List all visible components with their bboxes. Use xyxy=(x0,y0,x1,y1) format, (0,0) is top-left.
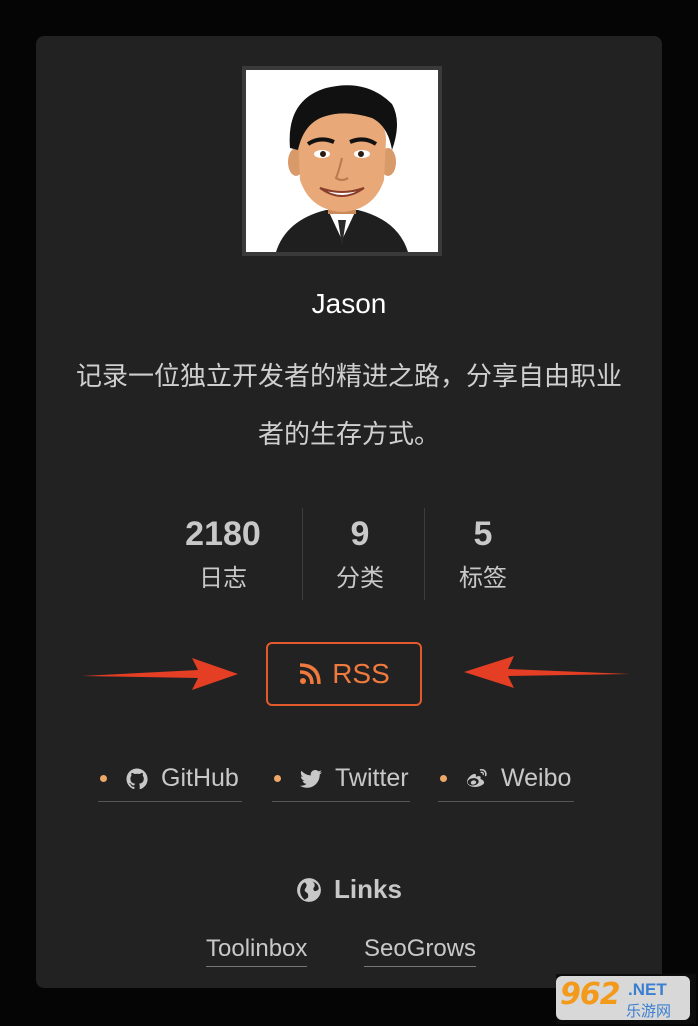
links-title: Links xyxy=(36,874,662,905)
stat-posts[interactable]: 2180 日志 xyxy=(162,506,284,598)
social-label: Weibo xyxy=(501,764,572,792)
twitter-icon xyxy=(300,769,322,788)
stat-label: 标签 xyxy=(459,564,507,592)
avatar-illustration xyxy=(246,70,438,252)
stat-count: 2180 xyxy=(185,515,261,553)
author-bio: 记录一位独立开发者的精进之路，分享自由职业 者的生存方式。 xyxy=(46,348,652,464)
social-label: Twitter xyxy=(335,764,409,792)
watermark-logo: 962 .NET 乐游网 xyxy=(556,976,690,1020)
weibo-icon xyxy=(467,768,487,787)
rss-icon xyxy=(300,663,321,685)
watermark-number: 962 xyxy=(560,977,621,1012)
stat-count: 9 xyxy=(350,515,370,553)
bio-line: 者的生存方式。 xyxy=(257,420,440,450)
stat-label: 分类 xyxy=(336,564,384,592)
bullet xyxy=(274,775,281,782)
bullet xyxy=(440,775,447,782)
rss-button[interactable]: RSS xyxy=(266,642,422,706)
blogroll-link-seogrows[interactable]: SeoGrows xyxy=(364,932,477,967)
stat-label: 日志 xyxy=(199,564,247,592)
bullet xyxy=(100,775,107,782)
bio-line: 记录一位独立开发者的精进之路，分享自由职业 xyxy=(75,362,622,392)
stat-categories[interactable]: 9 分类 xyxy=(299,506,421,598)
social-link-twitter[interactable]: Twitter xyxy=(272,756,410,802)
arrow-left-icon xyxy=(464,656,630,688)
social-link-github[interactable]: GitHub xyxy=(98,756,242,802)
github-icon xyxy=(126,768,148,789)
social-link-weibo[interactable]: Weibo xyxy=(438,756,574,802)
links-label: Links xyxy=(334,874,402,904)
social-links: GitHub Twitter Weibo xyxy=(36,756,662,806)
author-name: Jason xyxy=(311,288,387,319)
avatar xyxy=(242,66,442,256)
blogroll-link-toolinbox[interactable]: Toolinbox xyxy=(206,932,308,967)
stat-count: 5 xyxy=(473,515,493,553)
watermark-suffix: .NET xyxy=(628,980,667,999)
sidebar-card: Jason 记录一位独立开发者的精进之路，分享自由职业 者的生存方式。 2180… xyxy=(36,36,662,988)
site-stats: 2180 日志 9 分类 5 标签 xyxy=(36,506,662,616)
watermark: 962 .NET 乐游网 xyxy=(556,974,696,1024)
social-label: GitHub xyxy=(161,764,239,792)
arrow-right-icon xyxy=(82,658,238,690)
globe-icon xyxy=(297,877,321,902)
watermark-cn: 乐游网 xyxy=(626,1002,672,1020)
rss-label: RSS xyxy=(332,658,390,689)
stat-tags[interactable]: 5 标签 xyxy=(422,506,544,598)
